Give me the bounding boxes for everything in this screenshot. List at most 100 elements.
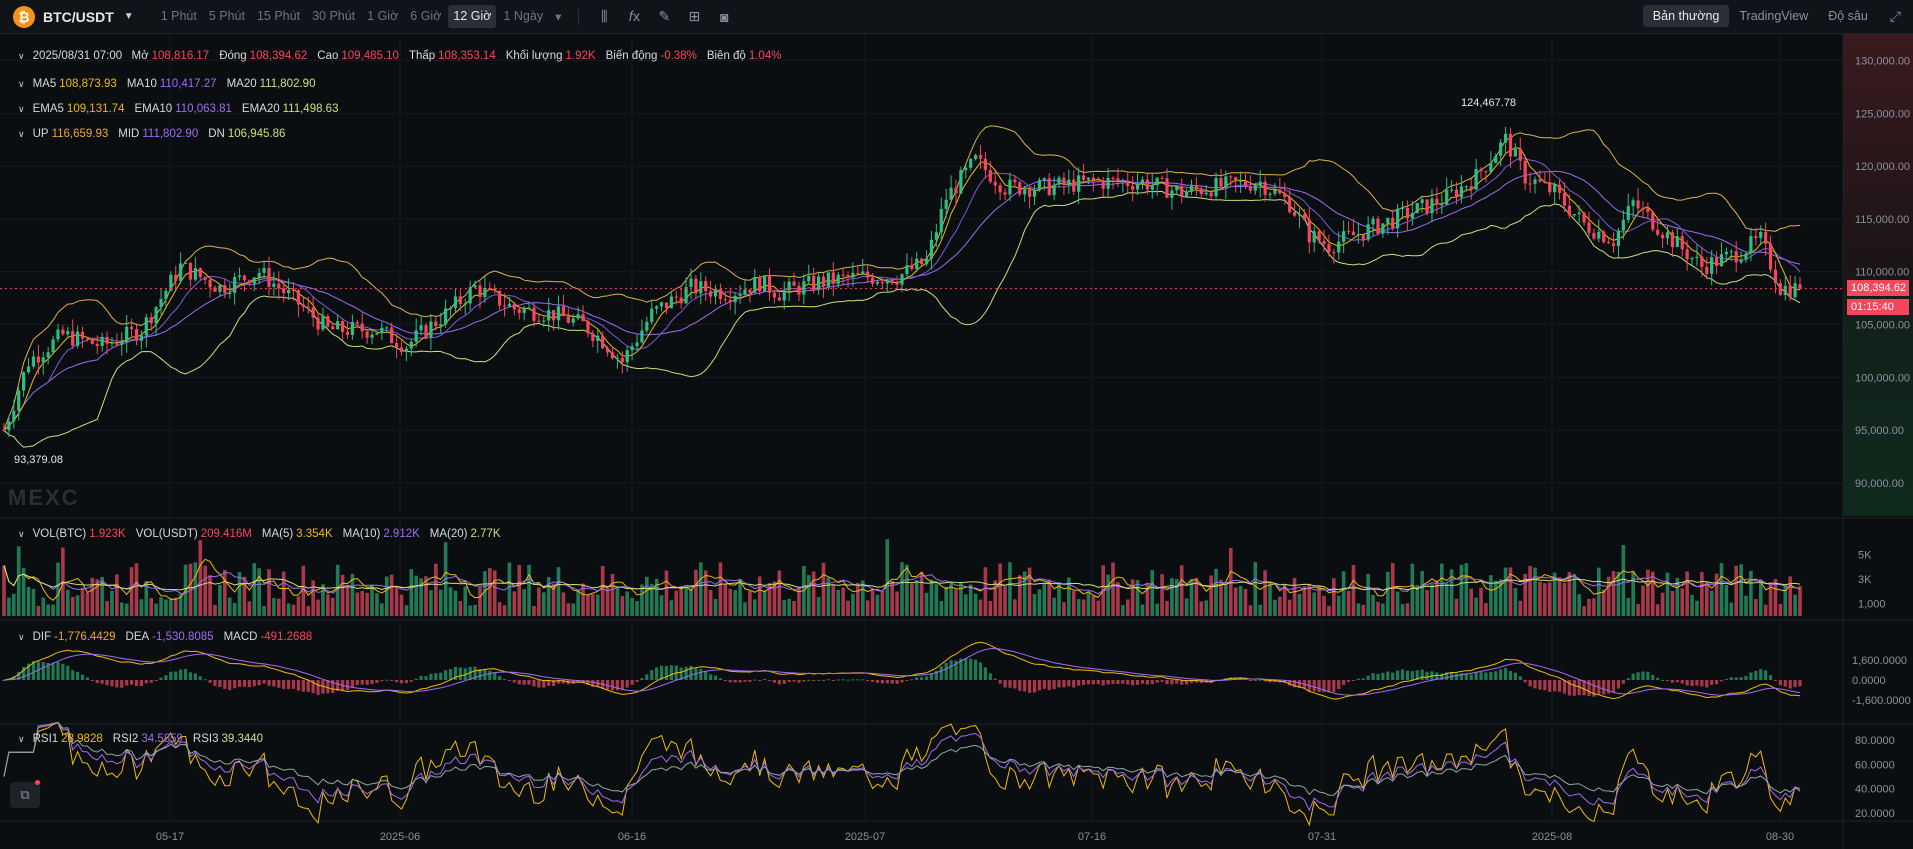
- macd-histogram-bar: [115, 680, 119, 688]
- collapse-chevron-icon[interactable]: ∨: [18, 51, 25, 62]
- candle-body: [1150, 185, 1154, 190]
- interval-tab[interactable]: 12 Giờ: [448, 5, 497, 28]
- view-tab-depth[interactable]: Độ sâu: [1818, 5, 1878, 27]
- candle-body: [296, 290, 301, 305]
- volume-bar: [1665, 572, 1670, 616]
- price-axis-label: 100,000.00: [1855, 372, 1910, 384]
- volume-bar: [821, 562, 826, 616]
- indicator-fx-icon[interactable]: 𝑓x: [619, 8, 649, 25]
- price-chart[interactable]: 130,000.00 125,000.00 120,000.00 115,000.00…: [0, 34, 1913, 849]
- candle-body: [1798, 284, 1802, 289]
- macd-histogram-bar: [1503, 667, 1508, 680]
- candle-body: [944, 199, 948, 209]
- candle-body: [1710, 257, 1714, 274]
- collapse-chevron-icon[interactable]: ∨: [18, 529, 25, 540]
- candle-body: [1607, 242, 1611, 244]
- volume-bar: [257, 568, 261, 616]
- candle-body: [1768, 243, 1773, 270]
- collapse-chevron-icon[interactable]: ∨: [18, 79, 25, 90]
- volume-axis-label: 3K: [1858, 574, 1872, 586]
- volume-bar: [488, 568, 492, 616]
- collapse-chevron-icon[interactable]: ∨: [18, 129, 25, 140]
- view-tab-basic[interactable]: Bản thường: [1642, 5, 1730, 27]
- interval-tab[interactable]: 30 Phút: [307, 5, 360, 28]
- fullscreen-icon[interactable]: ⤢: [1890, 8, 1901, 25]
- caret-down-icon[interactable]: ▼: [124, 11, 134, 22]
- candle-body: [1641, 208, 1645, 210]
- ma10-value: 110,417.27: [159, 78, 217, 90]
- macd-histogram-bar: [767, 680, 772, 681]
- candle-body: [1621, 219, 1625, 231]
- volume-bar: [699, 562, 703, 616]
- interval-tab[interactable]: 1 Ngày: [498, 5, 548, 28]
- volume-bar: [404, 605, 409, 616]
- collapse-chevron-icon[interactable]: ∨: [18, 632, 25, 643]
- candle-body: [424, 325, 428, 338]
- candle-body: [1332, 252, 1336, 254]
- candle-body: [1023, 189, 1027, 195]
- interval-tab[interactable]: 1 Phút: [156, 5, 202, 28]
- chart-toolbar: ₿ BTC/USDT ▼ 1 Phút 5 Phút 15 Phút 30 Phút 1…: [0, 0, 1913, 34]
- volume-bar: [1111, 562, 1115, 616]
- macd-histogram-bar: [360, 680, 364, 685]
- macd-histogram-bar: [56, 662, 60, 680]
- collapse-chevron-icon[interactable]: ∨: [18, 104, 25, 115]
- interval-tab[interactable]: 5 Phút: [204, 5, 250, 28]
- candle-body: [1131, 185, 1135, 190]
- volume-bar: [1660, 592, 1665, 616]
- interval-tab[interactable]: 6 Giờ: [405, 5, 446, 28]
- candle-body: [1342, 231, 1346, 242]
- volume-bar: [556, 567, 561, 616]
- volume-bar: [134, 563, 139, 616]
- volume-bar: [978, 599, 983, 616]
- draw-pencil-icon[interactable]: ✎: [649, 8, 679, 25]
- candle-body: [601, 335, 605, 349]
- interval-tab[interactable]: 1 Giờ: [362, 5, 403, 28]
- candle-body: [571, 318, 575, 323]
- macd-histogram-bar: [1636, 672, 1640, 680]
- macd-histogram-bar: [1626, 678, 1630, 680]
- candle-body: [414, 330, 418, 342]
- candle-body: [679, 297, 683, 304]
- volume-bar: [1042, 582, 1047, 616]
- candle-body: [581, 314, 585, 322]
- dea-value: -1,530.8085: [152, 631, 214, 643]
- pair-selector[interactable]: BTC/USDT: [43, 9, 114, 25]
- volume-bar: [1047, 579, 1052, 616]
- collapse-chevron-icon[interactable]: ∨: [18, 734, 25, 745]
- macd-histogram-bar: [439, 672, 443, 680]
- layout-grid-icon[interactable]: ⊞: [679, 8, 709, 25]
- candle-body: [861, 271, 865, 274]
- volume-bar: [46, 604, 50, 616]
- macd-histogram-bar: [267, 680, 271, 686]
- macd-histogram-bar: [257, 680, 261, 686]
- interval-tab[interactable]: 15 Phút: [252, 5, 305, 28]
- candle-type-icon[interactable]: ⫼: [589, 8, 619, 25]
- macd-histogram-bar: [664, 666, 669, 680]
- volume-bar: [497, 602, 502, 616]
- view-tab-tradingview[interactable]: TradingView: [1729, 5, 1818, 27]
- camera-icon[interactable]: ◙: [709, 9, 739, 25]
- candle-body: [650, 308, 654, 322]
- candle-body: [1602, 231, 1606, 243]
- macd-histogram-bar: [149, 680, 153, 683]
- ema10-value: 110,063.81: [175, 103, 232, 115]
- mexc-watermark: MEXC: [8, 485, 80, 510]
- candle-body: [355, 322, 359, 324]
- volume-bar: [1670, 590, 1675, 616]
- macd-histogram-bar: [414, 678, 418, 680]
- candle-body: [1440, 204, 1444, 206]
- macd-histogram-bar: [404, 680, 408, 684]
- candle-body: [1759, 231, 1763, 238]
- macd-histogram-bar: [1714, 680, 1719, 685]
- macd-histogram-bar: [120, 680, 124, 688]
- volume-bar: [1371, 594, 1375, 616]
- macd-histogram-bar: [1111, 680, 1115, 684]
- candle-body: [1553, 184, 1557, 193]
- candle-body: [247, 280, 251, 284]
- candle-body: [1415, 203, 1419, 214]
- interval-more-icon[interactable]: ▾: [550, 5, 566, 28]
- ohlc-legend: ∨ 2025/08/31 07:00 Mở 108,816.17 Đóng 108,…: [18, 50, 791, 62]
- settings-panel-icon[interactable]: ⧉: [10, 782, 40, 808]
- volume-bar: [1493, 580, 1498, 616]
